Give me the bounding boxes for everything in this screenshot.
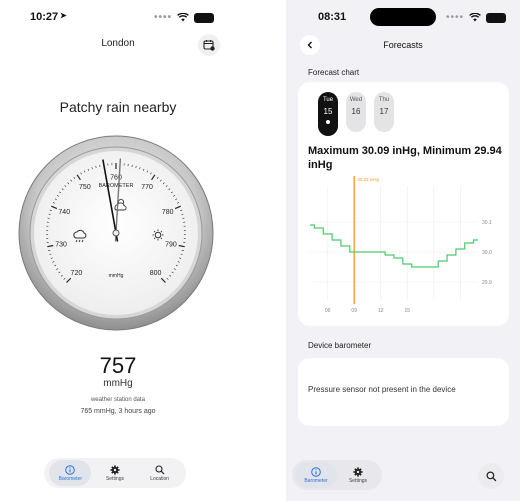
search-icon: [155, 464, 165, 474]
y-tick-label: 29.9: [482, 280, 492, 286]
gauge-tick-label: 800: [150, 270, 162, 277]
tab-settings[interactable]: Settings: [94, 460, 136, 486]
x-tick-label: 06: [325, 308, 331, 314]
battery-icon: [486, 12, 506, 23]
pressure-reading: 757: [99, 353, 137, 378]
x-tick-label: 12: [378, 308, 384, 314]
no-sensor-message: Pressure sensor not present in the devic…: [308, 385, 456, 394]
gauge-tick-label: 740: [58, 209, 70, 216]
battery-icon: [194, 12, 214, 23]
forecast-calendar-button[interactable]: [198, 34, 220, 56]
y-tick-label: 30.1: [482, 220, 492, 226]
tab-label: Barometer: [58, 475, 82, 482]
day-date: 15: [323, 107, 333, 116]
gauge-tick-label: 760: [110, 175, 122, 182]
info-icon: [311, 466, 321, 477]
forecasts-screen: 08:31 •••• Forecasts Forecast chart Tue …: [286, 0, 520, 501]
y-tick-label: 30.0: [482, 250, 492, 256]
device-card: Pressure sensor not present in the devic…: [298, 358, 509, 426]
tab-label: Settings: [105, 475, 125, 482]
day-chip-thu[interactable]: Thu 17: [374, 92, 394, 132]
dots-icon: ••••: [445, 12, 464, 23]
barometer-screen: 10:27 ➤ •••• London Patchy rain nearby 7…: [0, 0, 236, 501]
page-title: Forecasts: [383, 40, 423, 50]
status-time: 10:27: [30, 11, 59, 23]
selected-dot: [326, 120, 330, 124]
device-barometer-label: Device barometer: [308, 341, 372, 350]
x-tick-label: 15: [404, 308, 410, 314]
pressure-unit: mmHg: [103, 378, 133, 389]
day-date: 17: [379, 107, 389, 116]
day-date: 16: [351, 107, 361, 116]
barometer-gauge: 720 730 740 750 760 770 780 790 800 BAROMETER mm…: [18, 135, 214, 331]
wifi-icon: [469, 13, 481, 22]
tab-bar: Barometer Settings: [292, 460, 382, 490]
wifi-icon: [177, 13, 189, 22]
pressure-series-line: [310, 224, 478, 268]
tab-label: Settings: [348, 477, 368, 484]
search-icon: [485, 470, 496, 481]
status-bar: 10:27 ➤ ••••: [0, 8, 236, 26]
tab-label: Location: [150, 475, 170, 482]
tab-location[interactable]: Location: [139, 460, 181, 486]
tab-barometer[interactable]: Barometer: [49, 460, 92, 486]
tab-bar: Barometer Settings Location: [44, 458, 186, 488]
tab-label: Barometer: [304, 477, 328, 484]
marker-label: 30.03 inHg: [357, 177, 379, 182]
day-name: Thu: [378, 97, 390, 103]
gauge-tick-label: 770: [141, 184, 153, 191]
tab-barometer[interactable]: Barometer: [295, 462, 337, 488]
dots-icon: ••••: [153, 12, 172, 23]
dynamic-island: [370, 8, 436, 26]
gauge-tick-label: 780: [162, 209, 174, 216]
gauge-unit: mmHg: [109, 273, 124, 279]
x-tick-label: 09: [351, 308, 357, 314]
status-icons: ••••: [446, 12, 506, 23]
forecast-summary: Maximum 30.09 inHg, Minimum 29.94 inHg: [308, 145, 502, 171]
day-name: Wed: [349, 97, 363, 103]
screenshot-stage: 10:27 ➤ •••• London Patchy rain nearby 7…: [0, 0, 520, 501]
gauge-tick-label: 720: [71, 270, 83, 277]
gear-icon: [353, 466, 363, 477]
day-chip-wed[interactable]: Wed 16: [346, 92, 366, 132]
day-name: Tue: [322, 97, 334, 103]
previous-reading: 765 mmHg, 3 hours ago: [80, 408, 156, 415]
forecast-line-chart: 30.1 30.0 29.9 06 09 12 15 30.03 inHg: [310, 176, 492, 314]
needle-hub: [112, 229, 120, 237]
gauge-tick-label: 750: [79, 184, 91, 191]
location-arrow-icon: ➤: [60, 11, 67, 20]
status-time: 08:31: [318, 11, 347, 23]
gear-icon: [110, 464, 120, 475]
info-icon: [65, 464, 76, 475]
gauge-tick-label: 790: [165, 241, 177, 248]
data-source: weather station data: [90, 397, 146, 403]
search-button[interactable]: [478, 463, 504, 489]
gauge-brand: BAROMETER: [99, 183, 134, 189]
calendar-icon: [203, 40, 215, 51]
gauge-tick-label: 730: [55, 241, 67, 248]
tab-settings[interactable]: Settings: [337, 462, 379, 488]
weather-condition: Patchy rain nearby: [59, 99, 177, 115]
forecast-chart-label: Forecast chart: [308, 68, 360, 77]
day-chip-tue[interactable]: Tue 15: [318, 92, 338, 136]
forecast-card: Tue 15 Wed 16 Thu 17 Maximum 30.09 inHg,…: [298, 82, 509, 326]
